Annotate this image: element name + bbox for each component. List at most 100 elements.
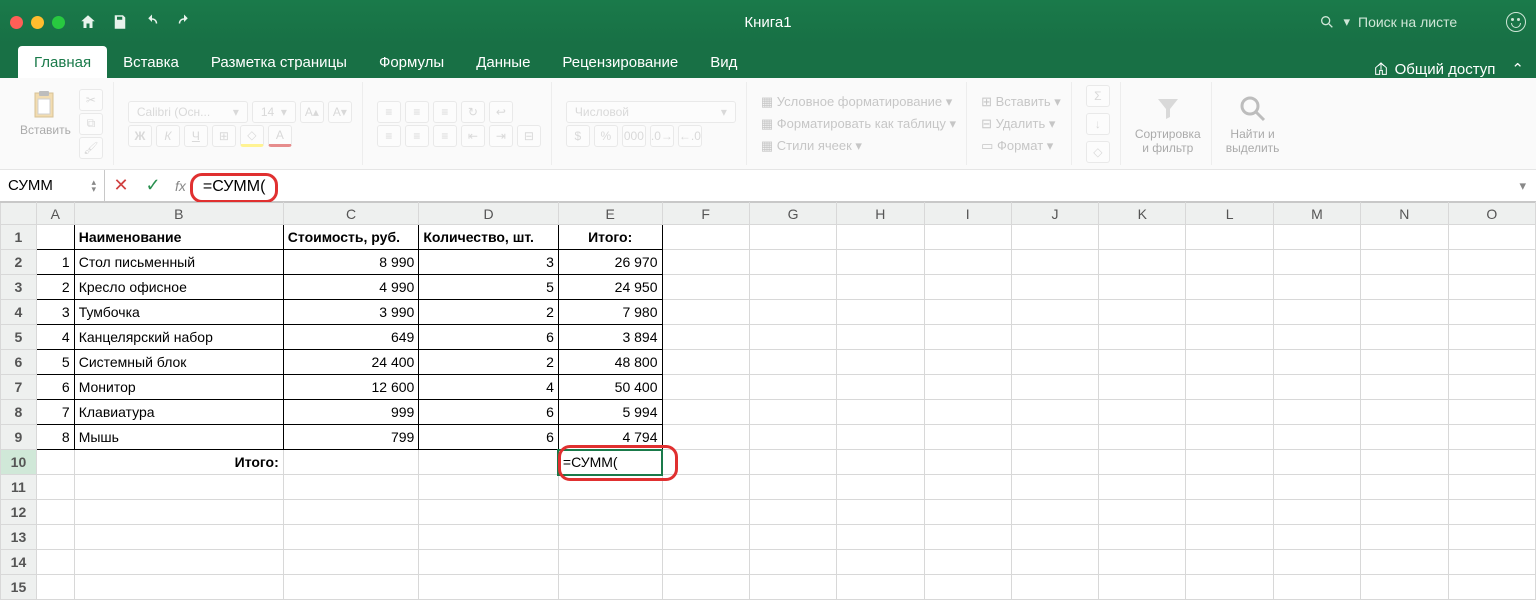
decrease-decimal-icon[interactable]: ←.0 bbox=[678, 125, 702, 147]
cell[interactable] bbox=[837, 225, 924, 250]
cell[interactable] bbox=[1186, 350, 1273, 375]
cell[interactable] bbox=[662, 325, 749, 350]
cell[interactable] bbox=[283, 450, 419, 475]
cell[interactable]: Итого: bbox=[558, 225, 662, 250]
tab-home[interactable]: Главная bbox=[18, 46, 107, 78]
cell[interactable] bbox=[749, 400, 836, 425]
cell[interactable] bbox=[837, 400, 924, 425]
col-header[interactable]: I bbox=[924, 203, 1011, 225]
cell[interactable] bbox=[1186, 225, 1273, 250]
cell[interactable] bbox=[662, 575, 749, 600]
cell[interactable] bbox=[662, 300, 749, 325]
increase-font-icon[interactable]: A▴ bbox=[300, 101, 324, 123]
cell[interactable]: 6 bbox=[419, 325, 559, 350]
borders-button[interactable]: ⊞ bbox=[212, 125, 236, 147]
row-header[interactable]: 11 bbox=[1, 475, 37, 500]
search-icon[interactable] bbox=[1319, 14, 1335, 30]
cell[interactable] bbox=[419, 525, 559, 550]
cell[interactable]: 7 bbox=[36, 400, 74, 425]
cell[interactable] bbox=[749, 525, 836, 550]
cell[interactable]: 5 994 bbox=[558, 400, 662, 425]
col-header[interactable]: B bbox=[74, 203, 283, 225]
cell[interactable] bbox=[749, 475, 836, 500]
cut-icon[interactable]: ✂ bbox=[79, 89, 103, 111]
cell[interactable]: 2 bbox=[419, 350, 559, 375]
cell[interactable] bbox=[749, 225, 836, 250]
paste-button[interactable]: Вставить bbox=[20, 89, 71, 137]
cell[interactable] bbox=[1361, 425, 1448, 450]
number-format-select[interactable]: Числовой▾ bbox=[566, 101, 736, 123]
cell[interactable] bbox=[749, 325, 836, 350]
undo-icon[interactable] bbox=[143, 13, 161, 31]
cell[interactable] bbox=[1099, 575, 1186, 600]
cell[interactable] bbox=[1361, 500, 1448, 525]
cell[interactable] bbox=[924, 250, 1011, 275]
cell[interactable] bbox=[1011, 550, 1098, 575]
cell[interactable] bbox=[837, 450, 924, 475]
cell[interactable] bbox=[1361, 275, 1448, 300]
cell[interactable] bbox=[1099, 400, 1186, 425]
cell[interactable] bbox=[1448, 400, 1535, 425]
cell[interactable]: 3 990 bbox=[283, 300, 419, 325]
col-header[interactable]: E bbox=[558, 203, 662, 225]
close-icon[interactable] bbox=[10, 16, 23, 29]
cell[interactable] bbox=[1448, 525, 1535, 550]
row-header[interactable]: 10 bbox=[1, 450, 37, 475]
cell[interactable] bbox=[1011, 350, 1098, 375]
cell[interactable] bbox=[1361, 375, 1448, 400]
cell[interactable] bbox=[924, 425, 1011, 450]
row-header[interactable]: 4 bbox=[1, 300, 37, 325]
align-center-icon[interactable]: ≡ bbox=[405, 125, 429, 147]
cell[interactable] bbox=[662, 250, 749, 275]
fx-icon[interactable]: fx bbox=[169, 178, 192, 194]
cell[interactable] bbox=[1273, 275, 1360, 300]
cell[interactable] bbox=[558, 575, 662, 600]
cell[interactable] bbox=[1011, 275, 1098, 300]
cell[interactable] bbox=[1448, 550, 1535, 575]
save-icon[interactable] bbox=[111, 13, 129, 31]
cell[interactable] bbox=[1011, 225, 1098, 250]
tab-page-layout[interactable]: Разметка страницы bbox=[195, 46, 363, 78]
cell[interactable] bbox=[1361, 400, 1448, 425]
cell[interactable] bbox=[924, 475, 1011, 500]
cell[interactable] bbox=[74, 475, 283, 500]
wrap-text-icon[interactable]: ↩ bbox=[489, 101, 513, 123]
cell[interactable] bbox=[1186, 500, 1273, 525]
insert-cells-button[interactable]: ⊞ Вставить ▾ bbox=[981, 94, 1061, 110]
cell[interactable]: 6 bbox=[419, 400, 559, 425]
cell[interactable] bbox=[1448, 300, 1535, 325]
tab-insert[interactable]: Вставка bbox=[107, 46, 195, 78]
cell[interactable] bbox=[1011, 500, 1098, 525]
cell[interactable] bbox=[1273, 550, 1360, 575]
cell[interactable] bbox=[1186, 275, 1273, 300]
cell[interactable]: Тумбочка bbox=[74, 300, 283, 325]
bold-button[interactable]: Ж bbox=[128, 125, 152, 147]
cell[interactable]: Монитор bbox=[74, 375, 283, 400]
cell[interactable] bbox=[924, 275, 1011, 300]
underline-button[interactable]: Ч bbox=[184, 125, 208, 147]
cell[interactable] bbox=[924, 325, 1011, 350]
cell[interactable] bbox=[924, 550, 1011, 575]
cell[interactable] bbox=[924, 450, 1011, 475]
cell[interactable] bbox=[924, 525, 1011, 550]
cell[interactable] bbox=[662, 500, 749, 525]
collapse-ribbon-icon[interactable]: ⌃ bbox=[1511, 60, 1524, 78]
cell[interactable] bbox=[36, 500, 74, 525]
cell[interactable] bbox=[1273, 575, 1360, 600]
share-button[interactable]: Общий доступ ⌃ bbox=[1373, 60, 1536, 78]
cell[interactable] bbox=[558, 525, 662, 550]
cell[interactable] bbox=[1186, 525, 1273, 550]
cell[interactable]: 4 bbox=[36, 325, 74, 350]
cell[interactable] bbox=[1099, 350, 1186, 375]
cell[interactable] bbox=[1361, 450, 1448, 475]
cell[interactable] bbox=[662, 275, 749, 300]
col-header[interactable]: G bbox=[749, 203, 836, 225]
cell[interactable]: 999 bbox=[283, 400, 419, 425]
cell[interactable] bbox=[1273, 425, 1360, 450]
cell[interactable] bbox=[1361, 475, 1448, 500]
cell[interactable] bbox=[419, 575, 559, 600]
cell[interactable] bbox=[924, 350, 1011, 375]
cell[interactable]: 26 970 bbox=[558, 250, 662, 275]
cell[interactable] bbox=[1273, 325, 1360, 350]
cell[interactable] bbox=[749, 500, 836, 525]
